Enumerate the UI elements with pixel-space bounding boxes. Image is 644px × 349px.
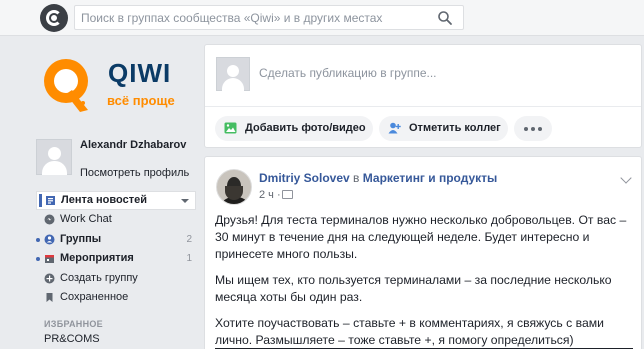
post-paragraph: Хотите поучаствовать – ставьте + в комме… [215, 316, 604, 347]
sidebar-item-label: Лента новостей [61, 194, 147, 206]
post-header: Dmitriy Solovev в Маркетинг и продукты [259, 171, 497, 185]
more-options-button[interactable] [514, 116, 552, 141]
bookmark-icon [46, 293, 53, 302]
audience-icon[interactable] [282, 190, 293, 199]
post-group-link[interactable]: Маркетинг и продукты [363, 171, 498, 185]
feed-post: Dmitriy Solovev в Маркетинг и продукты 2… [204, 156, 642, 349]
calendar-icon [45, 255, 54, 263]
plus-icon [44, 273, 55, 283]
view-profile-link[interactable]: Посмотреть профиль [80, 167, 189, 179]
post-paragraph: Друзья! Для теста терминалов нужно неско… [215, 213, 627, 261]
brand-slogan: всё проще [107, 93, 175, 108]
post-paragraph: Мы ищем тех, кто пользуется терминалами … [215, 273, 612, 304]
post-timestamp[interactable]: 2 ч · [259, 189, 281, 201]
chat-icon [44, 214, 55, 225]
favorite-item-pr-coms[interactable]: PR&COMS [44, 333, 100, 345]
search-box [74, 5, 464, 30]
post-body: Друзья! Для теста терминалов нужно неско… [215, 212, 635, 349]
sidebar-item-groups[interactable]: Группы 2 [36, 230, 196, 250]
sidebar-item-label: Work Chat [60, 213, 112, 225]
unread-dot [36, 257, 40, 261]
groups-icon [44, 234, 55, 244]
top-bar [0, 0, 644, 36]
tag-person-icon [388, 122, 401, 134]
sidebar-item-label: Мероприятия [60, 252, 134, 264]
tag-colleagues-button[interactable]: Отметить коллег [379, 116, 508, 141]
sidebar-item-saved[interactable]: Сохраненное [36, 288, 196, 308]
sidebar-nav: Лента новостей Work Chat Группы 2 Меропр… [36, 191, 196, 308]
favorites-header: ИЗБРАННОЕ [44, 319, 103, 329]
dot [538, 127, 542, 131]
sidebar-item-news-feed[interactable]: Лента новостей [36, 191, 196, 210]
chevron-down-icon[interactable] [181, 199, 189, 203]
profile-name[interactable]: Alexandr Dzhabarov [80, 139, 190, 152]
avatar[interactable] [36, 139, 72, 175]
post-composer: Сделать публикацию в группе... Добавить … [204, 44, 642, 148]
add-photo-video-button[interactable]: Добавить фото/видео [215, 116, 373, 141]
sidebar-item-label: Сохраненное [60, 291, 129, 303]
sidebar-item-label: Создать группу [60, 271, 138, 284]
brand-name: QIWI [108, 58, 172, 88]
search-input[interactable] [81, 6, 431, 29]
dot [524, 127, 528, 131]
sidebar-item-label: Группы [60, 232, 102, 245]
chevron-down-icon[interactable] [620, 172, 632, 184]
avatar[interactable] [216, 169, 252, 205]
count-badge: 1 [186, 253, 192, 264]
workplace-logo-icon[interactable] [40, 4, 68, 32]
button-label: Отметить коллег [409, 122, 501, 134]
divider [205, 106, 641, 107]
sidebar-item-events[interactable]: Мероприятия 1 [36, 249, 196, 269]
post-in-word: в [353, 171, 360, 185]
sidebar-item-create-group[interactable]: Создать группу [36, 269, 196, 289]
button-label: Добавить фото/видео [245, 122, 366, 134]
dot [531, 127, 535, 131]
search-icon[interactable] [437, 10, 453, 26]
news-feed-icon [46, 196, 55, 205]
unread-dot [36, 237, 40, 242]
count-badge: 2 [186, 233, 192, 245]
post-author-link[interactable]: Dmitriy Solovev [259, 171, 350, 185]
composer-input[interactable]: Сделать публикацию в группе... [259, 66, 437, 80]
avatar [216, 57, 250, 91]
sidebar-item-work-chat[interactable]: Work Chat [36, 210, 196, 230]
photo-icon [224, 122, 237, 134]
active-indicator [39, 194, 42, 207]
